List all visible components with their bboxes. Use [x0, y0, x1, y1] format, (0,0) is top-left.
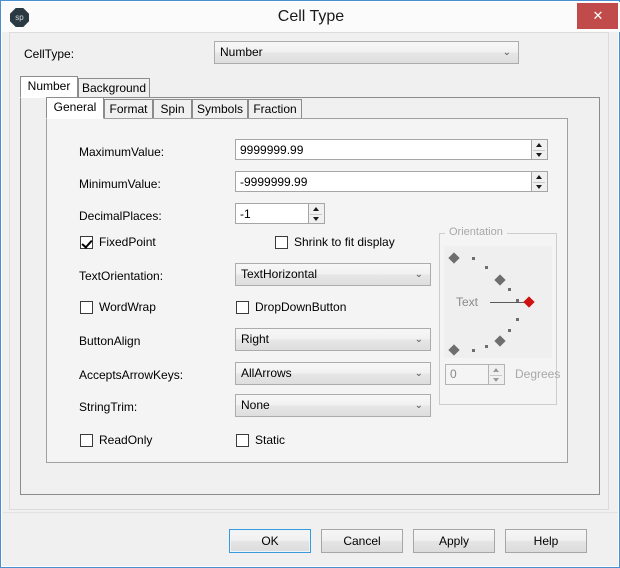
celltype-select-value: Number — [220, 45, 263, 59]
tab-fraction[interactable]: Fraction — [248, 99, 302, 119]
tab-format[interactable]: Format — [104, 99, 153, 119]
dial-marker — [508, 288, 511, 291]
dial-marker — [485, 345, 488, 348]
dial-marker — [494, 274, 506, 286]
button-align-label: ButtonAlign — [79, 334, 141, 348]
chevron-down-icon: ⌄ — [414, 269, 423, 280]
minimum-value-stepper[interactable] — [532, 171, 548, 192]
celltype-label: CellType: — [24, 47, 75, 61]
tab-symbols[interactable]: Symbols — [192, 99, 248, 119]
dial-marker — [472, 257, 475, 260]
checkbox-box[interactable] — [80, 301, 93, 314]
orientation-dial[interactable]: Text — [444, 246, 552, 358]
inner-tab-strip: General Format Spin Symbols Fraction — [46, 97, 586, 119]
accepts-arrow-keys-label: AcceptsArrowKeys: — [79, 368, 184, 382]
stepper-up-icon[interactable] — [309, 204, 323, 213]
accepts-arrow-keys-select[interactable]: AllArrows ⌄ — [235, 362, 431, 385]
celltype-select[interactable]: Number ⌄ — [214, 41, 519, 64]
stepper-down-icon[interactable] — [532, 150, 546, 159]
stepper-up-icon[interactable] — [532, 140, 546, 149]
chevron-down-icon: ⌄ — [414, 368, 423, 379]
apply-button[interactable]: Apply — [413, 529, 495, 553]
text-orientation-value: TextHorizontal — [241, 267, 318, 281]
stepper-down-icon[interactable] — [309, 214, 323, 223]
accepts-arrow-keys-value: AllArrows — [241, 366, 292, 380]
checkbox-box[interactable] — [275, 236, 288, 249]
stepper-down-icon[interactable] — [489, 375, 503, 384]
stepper-up-icon[interactable] — [489, 365, 503, 374]
button-align-select[interactable]: Right ⌄ — [235, 328, 431, 351]
chevron-down-icon: ⌄ — [502, 47, 511, 58]
dial-marker — [472, 349, 475, 352]
cancel-button[interactable]: Cancel — [321, 529, 403, 553]
close-icon[interactable]: ✕ — [577, 3, 619, 29]
static-label: Static — [255, 433, 286, 447]
window-title: Cell Type — [277, 8, 345, 25]
minimum-value-label: MinimumValue: — [79, 177, 161, 191]
decimal-places-input[interactable] — [235, 203, 309, 224]
dial-marker — [448, 252, 460, 264]
string-trim-value: None — [241, 398, 270, 412]
chevron-down-icon: ⌄ — [414, 400, 423, 411]
orientation-legend: Orientation — [445, 226, 507, 238]
title-bar: sp Cell Type ✕ — [2, 2, 620, 32]
dial-marker — [516, 318, 519, 321]
cell-type-dialog: sp Cell Type ✕ CellType: Number ⌄ Number… — [0, 0, 620, 568]
chevron-down-icon: ⌄ — [414, 334, 423, 345]
text-orientation-label: TextOrientation: — [79, 269, 164, 283]
dial-marker — [485, 266, 488, 269]
tab-spin[interactable]: Spin — [153, 99, 192, 119]
stepper-down-icon[interactable] — [532, 182, 546, 191]
decimal-places-label: DecimalPlaces: — [79, 209, 162, 223]
checkbox-box[interactable] — [236, 301, 249, 314]
drop-down-button-label: DropDownButton — [255, 300, 347, 314]
tab-background[interactable]: Background — [78, 78, 150, 98]
fixed-point-label: FixedPoint — [99, 235, 156, 249]
checkbox-box[interactable] — [80, 434, 93, 447]
word-wrap-label: WordWrap — [99, 300, 156, 314]
tab-general[interactable]: General — [46, 97, 104, 119]
dial-marker — [494, 335, 506, 347]
string-trim-select[interactable]: None ⌄ — [235, 394, 431, 417]
degrees-stepper[interactable] — [489, 364, 505, 385]
outer-tab-strip: Number Background — [20, 76, 600, 98]
ok-button[interactable]: OK — [229, 529, 311, 553]
degrees-label: Degrees — [515, 367, 561, 381]
text-orientation-select[interactable]: TextHorizontal ⌄ — [235, 263, 431, 286]
footer-divider — [3, 512, 619, 513]
button-align-value: Right — [241, 332, 270, 346]
stepper-up-icon[interactable] — [532, 172, 546, 181]
dialog-client-area: CellType: Number ⌄ Number Background Gen… — [3, 32, 619, 512]
tab-number[interactable]: Number — [20, 76, 78, 98]
dial-sample-text: Text — [456, 295, 479, 309]
dialog-panel: CellType: Number ⌄ Number Background Gen… — [9, 32, 609, 510]
dial-handle[interactable] — [523, 296, 535, 308]
dial-marker — [508, 329, 511, 332]
checkbox-box[interactable] — [80, 236, 93, 249]
help-button[interactable]: Help — [505, 529, 587, 553]
read-only-label: ReadOnly — [99, 433, 153, 447]
number-tab-panel: General Format Spin Symbols Fraction Max… — [20, 97, 600, 495]
dial-pointer-line — [490, 302, 528, 303]
maximum-value-label: MaximumValue: — [79, 145, 165, 159]
maximum-value-input[interactable] — [235, 139, 532, 160]
degrees-input[interactable]: 0 — [445, 364, 489, 385]
dial-marker — [448, 344, 460, 356]
dialog-footer: OK Cancel Apply Help — [3, 512, 619, 567]
checkbox-box[interactable] — [236, 434, 249, 447]
maximum-value-stepper[interactable] — [532, 139, 548, 160]
minimum-value-input[interactable] — [235, 171, 532, 192]
general-tab-panel: MaximumValue: MinimumValue: — [46, 118, 568, 463]
shrink-to-fit-label: Shrink to fit display — [294, 235, 395, 249]
string-trim-label: StringTrim: — [79, 400, 138, 414]
decimal-places-stepper[interactable] — [309, 203, 325, 224]
